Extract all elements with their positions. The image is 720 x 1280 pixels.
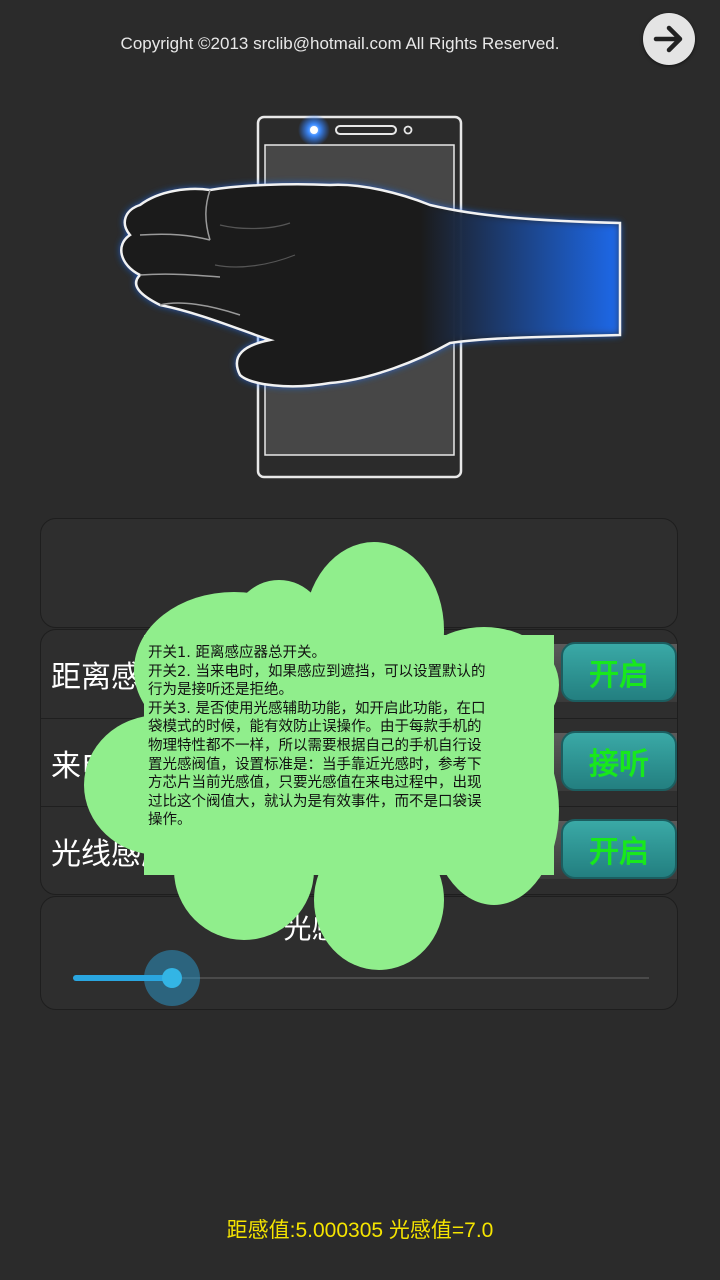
call-action-toggle-button[interactable]: 接听 xyxy=(561,731,677,791)
light-sensor-toggle-button[interactable]: 开启 xyxy=(561,819,677,879)
help-line: 开关3. 是否使用光感辅助功能，如开启此功能，在口袋模式的时候，能有效防止误操作… xyxy=(148,700,486,829)
next-button[interactable] xyxy=(643,13,695,65)
proximity-toggle-button[interactable]: 开启 xyxy=(561,642,677,702)
sensor-status-text: 距感值:5.000305 光感值=7.0 xyxy=(226,1219,494,1242)
hand-over-phone-illustration xyxy=(120,114,622,479)
help-text: 开关1. 距离感应器总开关。 开关2. 当来电时，如果感应到遮挡，可以设置默认的… xyxy=(148,644,488,830)
help-line: 开关2. 当来电时，如果感应到遮挡，可以设置默认的行为是接听还是拒绝。 xyxy=(148,663,486,699)
help-line: 开关1. 距离感应器总开关。 xyxy=(148,645,326,661)
arrow-right-icon xyxy=(653,25,683,53)
copyright-text: Copyright ©2013 srclib@hotmail.com All R… xyxy=(120,34,560,53)
